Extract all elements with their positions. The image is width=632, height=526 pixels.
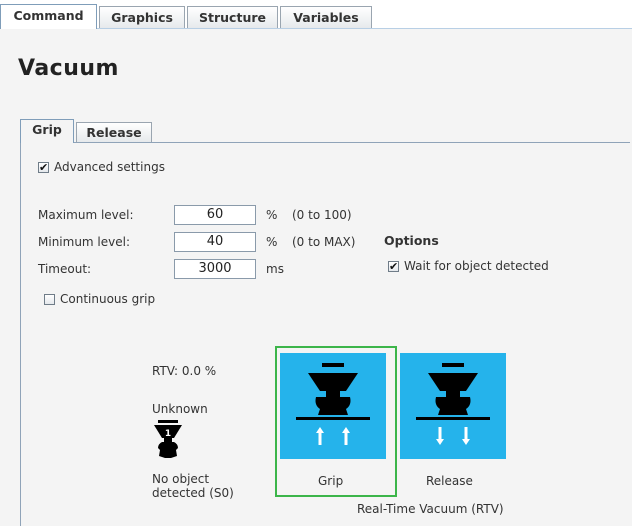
release-button[interactable] bbox=[400, 353, 506, 459]
grip-button-label: Grip bbox=[318, 474, 344, 488]
rtv-caption: Real-Time Vacuum (RTV) bbox=[357, 502, 504, 516]
maximum-level-range: (0 to 100) bbox=[292, 208, 352, 222]
suction-cup-status-icon: 1 bbox=[154, 420, 182, 458]
release-button-label: Release bbox=[426, 474, 473, 488]
object-status-line1: No object bbox=[152, 472, 210, 486]
rtv-status: Unknown bbox=[152, 402, 208, 416]
wait-object-label: Wait for object detected bbox=[404, 259, 549, 273]
timeout-unit: ms bbox=[266, 262, 284, 276]
advanced-settings-checkbox[interactable]: ✔ bbox=[38, 162, 49, 173]
minimum-level-range: (0 to MAX) bbox=[292, 235, 356, 249]
top-tab-bar: Command Graphics Structure Variables bbox=[0, 0, 632, 29]
advanced-settings-label: Advanced settings bbox=[54, 160, 165, 174]
minimum-level-label: Minimum level: bbox=[38, 235, 131, 249]
grip-icon bbox=[296, 363, 370, 445]
object-status-line2: detected (S0) bbox=[152, 486, 234, 500]
page-title: Vacuum bbox=[18, 56, 119, 81]
tab-structure[interactable]: Structure bbox=[187, 6, 278, 28]
tab-variables[interactable]: Variables bbox=[280, 6, 372, 28]
timeout-input[interactable]: 3000 bbox=[174, 259, 256, 279]
tab-release[interactable]: Release bbox=[76, 122, 152, 142]
minimum-level-unit: % bbox=[266, 235, 278, 249]
tab-grip[interactable]: Grip bbox=[20, 119, 74, 143]
maximum-level-input[interactable]: 60 bbox=[174, 205, 256, 225]
wait-object-checkbox[interactable]: ✔ bbox=[388, 261, 399, 272]
rtv-value: RTV: 0.0 % bbox=[152, 364, 217, 378]
timeout-label: Timeout: bbox=[38, 262, 92, 276]
options-heading: Options bbox=[384, 233, 439, 248]
grip-button[interactable] bbox=[280, 353, 386, 459]
minimum-level-input[interactable]: 40 bbox=[174, 232, 256, 252]
tab-graphics[interactable]: Graphics bbox=[99, 6, 185, 28]
release-icon bbox=[416, 363, 490, 445]
continuous-grip-checkbox[interactable] bbox=[44, 294, 55, 305]
tab-command[interactable]: Command bbox=[0, 4, 97, 29]
maximum-level-label: Maximum level: bbox=[38, 208, 134, 222]
continuous-grip-label: Continuous grip bbox=[60, 292, 156, 306]
maximum-level-unit: % bbox=[266, 208, 278, 222]
suction-cup-status-digit: 1 bbox=[165, 429, 171, 439]
